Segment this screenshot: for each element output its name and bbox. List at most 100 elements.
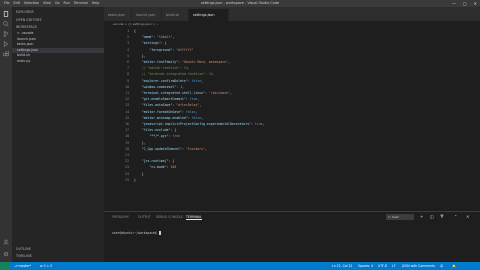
workspace-folder[interactable]: WORKSPACE <box>16 25 37 29</box>
timeline-section[interactable]: TIMELINE <box>16 254 32 258</box>
code-token: "explorer.confirmDelete" <box>141 78 188 83</box>
status-right-item[interactable]: ☺ <box>440 262 443 270</box>
line-number: 6 <box>127 60 129 64</box>
status-right-item[interactable]: 🔔 <box>452 262 456 270</box>
code-token: "**/*.pyc" <box>149 134 169 139</box>
activity-bar <box>0 7 12 262</box>
split-terminal-button[interactable]: ◫ <box>430 214 434 219</box>
status-left-item[interactable]: ⎇ master* <box>14 262 31 270</box>
terminal-select[interactable]: 1: bash <box>386 214 414 220</box>
code-token: , <box>197 97 200 102</box>
open-editors-section[interactable]: OPEN EDITORS <box>16 18 42 22</box>
add-terminal-button[interactable]: + <box>420 214 423 219</box>
code-token: "/bin/bash" <box>208 91 230 95</box>
gear-icon[interactable] <box>3 251 9 257</box>
maximize-panel-button[interactable]: ⌃ <box>454 214 457 219</box>
code-token: "[cs-runtime]" <box>141 159 169 164</box>
tree-item[interactable]: launch.json <box>12 37 104 42</box>
panel-tab-debug-console[interactable]: DEBUG CONSOLE <box>156 215 183 219</box>
line-number: 16 <box>125 122 129 126</box>
close-panel-button[interactable]: ✕ <box>466 214 469 219</box>
explorer-icon[interactable] <box>3 11 9 17</box>
status-right-item[interactable]: LF <box>392 262 396 270</box>
tree-item[interactable]: > .vscode <box>12 31 104 36</box>
trash-icon[interactable]: 🗑 <box>440 214 444 218</box>
code-editor[interactable]: 1 {2 "name": "Cobalt", 3 "settings": {4 "f… <box>104 27 480 207</box>
tab-build-sh[interactable]: build.sh <box>162 9 189 21</box>
code-token: false <box>191 78 202 83</box>
code-token: true <box>172 134 181 139</box>
code-token: , <box>182 84 184 89</box>
outline-section[interactable]: OUTLINE <box>16 247 31 251</box>
status-right-item[interactable]: UTF-8 <box>378 262 387 270</box>
remote-indicator[interactable] <box>0 262 10 270</box>
code-line: // "terminal.integrated.fontSize": 14, <box>134 72 215 76</box>
tree-item-label: main.py <box>17 58 31 63</box>
close-window-button[interactable]: ✕ <box>474 0 477 7</box>
tree-item[interactable]: main.py <box>12 59 104 64</box>
tree-item[interactable]: build.sh <box>12 53 104 58</box>
panel-tab-problems[interactable]: PROBLEMS <box>112 215 129 219</box>
code-token: }, <box>141 140 146 145</box>
tree-item[interactable]: tasks.json <box>12 42 104 47</box>
panel-tab-terminal[interactable]: TERMINAL <box>186 215 202 220</box>
code-line: "**/*.pyc": true <box>134 134 180 138</box>
search-icon[interactable] <box>3 21 9 27</box>
code-token: false <box>185 109 196 114</box>
code-token: false <box>191 115 202 120</box>
code-line: "window.zoomLevel": 1, <box>134 85 184 89</box>
code-token: , <box>199 103 202 108</box>
code-line: "editor.minimap.enabled": false, <box>134 116 203 120</box>
status-right-item[interactable]: JSON with Comments <box>402 262 435 270</box>
code-line: "editor.formatOnSave": false, <box>134 109 198 114</box>
code-line: "explorer.confirmDelete": false, <box>134 79 203 83</box>
tree-item-label: launch.json <box>17 36 36 41</box>
tab-launch-json[interactable]: launch.json <box>132 9 162 21</box>
code-token: "name" <box>141 35 154 40</box>
code-line: // "editor.fontSize": 14, <box>134 66 190 70</box>
tree-item[interactable]: settings.json <box>12 47 104 53</box>
tab-settings-json[interactable]: settings.json <box>189 9 229 21</box>
source-control-icon[interactable] <box>3 31 9 37</box>
code-token: "Ubuntu Mono, monospace" <box>182 60 229 64</box>
code-token: 100 <box>170 165 177 170</box>
panel-tab-output[interactable]: OUTPUT <box>138 215 151 219</box>
status-right-item[interactable]: Ln 22, Col 22 <box>332 262 352 270</box>
line-number: 19 <box>125 140 129 145</box>
window-title: settings.json - workspace - Visual Studi… <box>200 1 280 5</box>
code-token: , <box>230 91 232 95</box>
terminal-cursor <box>158 231 161 235</box>
extensions-icon[interactable] <box>3 51 9 57</box>
line-number: 10 <box>125 84 129 89</box>
terminal-prompt[interactable]: user@ubuntu:~/workspace$ <box>112 231 161 235</box>
code-token: , <box>201 78 204 83</box>
status-left-item[interactable]: ⊗ 0 ⚠ 0 <box>40 262 52 270</box>
account-icon[interactable] <box>3 239 9 245</box>
code-token: { <box>134 29 136 33</box>
bottom-panel: PROBLEMS OUTPUT DEBUG CONSOLE TERMINAL 1: b… <box>104 211 480 263</box>
code-line: "editor.fontFamily": "Ubuntu Mono, monos… <box>134 60 230 64</box>
code-token: "terminal.integrated.shell.linux" <box>141 91 206 95</box>
window-controls: — ▢ ✕ <box>452 0 477 7</box>
line-number: 8 <box>127 72 129 77</box>
line-number: 20 <box>125 146 129 151</box>
terminal-prompt-text: user@ubuntu:~/workspace$ <box>112 231 159 235</box>
code-line: "javascript.implicitProjectConfig.experi… <box>134 122 265 126</box>
code-token: "editor.minimap.enabled" <box>141 115 188 120</box>
minimize-button[interactable]: — <box>452 0 456 7</box>
code-token: } <box>134 177 136 182</box>
line-number: 24 <box>125 171 129 176</box>
line-number: 14 <box>125 109 129 114</box>
maximize-button[interactable]: ▢ <box>463 0 467 7</box>
run-debug-icon[interactable] <box>3 41 9 47</box>
status-right-item[interactable]: Spaces: 4 <box>358 262 373 270</box>
tab-tasks-json[interactable]: tasks.json <box>104 9 132 21</box>
